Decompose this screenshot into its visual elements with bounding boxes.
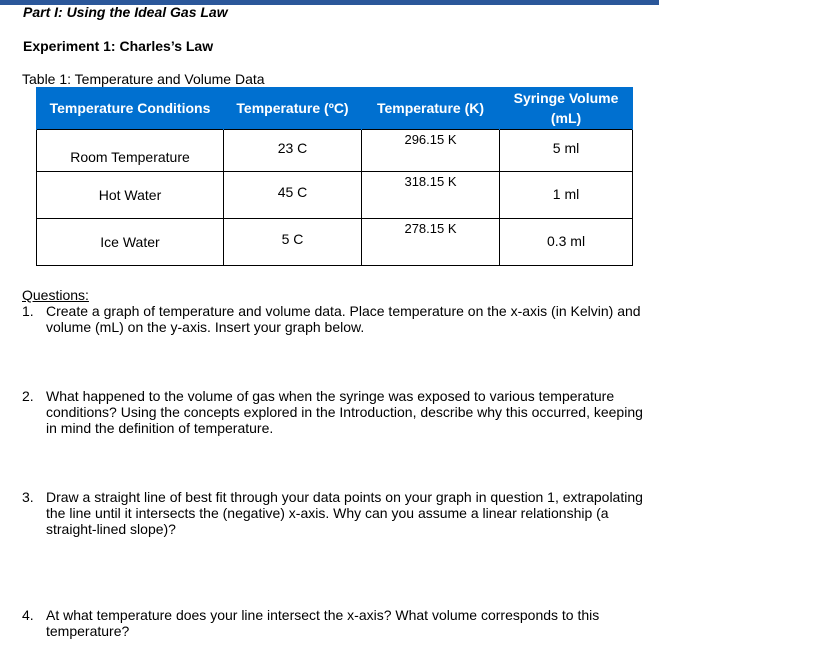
question-item: 2. What happened to the volume of gas wh… xyxy=(22,388,652,436)
question-text: At what temperature does your line inter… xyxy=(46,607,600,639)
table-row: Ice Water 5 C 278.15 K 0.3 ml xyxy=(36,218,633,266)
question-number: 2. xyxy=(22,388,34,404)
question-text: Draw a straight line of best fit through… xyxy=(46,489,643,537)
part-title: Part I: Using the Ideal Gas Law xyxy=(23,4,228,20)
table-header-row: Temperature Conditions Temperature (ºC) … xyxy=(36,87,633,130)
question-item: 3. Draw a straight line of best fit thro… xyxy=(22,489,652,537)
cell-volume: 1 ml xyxy=(499,171,633,219)
cell-condition: Hot Water xyxy=(36,171,224,219)
question-number: 3. xyxy=(22,489,34,505)
cell-kelvin: 278.15 K xyxy=(361,218,500,266)
cell-celsius: 45 C xyxy=(223,171,362,219)
question-number: 4. xyxy=(22,607,34,623)
column-header-conditions: Temperature Conditions xyxy=(36,87,224,130)
celsius-text: 5 C xyxy=(281,231,304,247)
celsius-text: 45 C xyxy=(277,184,308,200)
table-caption: Table 1: Temperature and Volume Data xyxy=(22,71,265,87)
experiment-title: Experiment 1: Charles’s Law xyxy=(23,38,214,54)
volume-text: 1 ml xyxy=(552,186,580,202)
condition-text: Ice Water xyxy=(100,234,160,250)
question-number: 1. xyxy=(22,303,34,319)
cell-condition: Room Temperature xyxy=(36,129,224,172)
questions-section: Questions: 1. Create a graph of temperat… xyxy=(22,287,652,639)
condition-text: Room Temperature xyxy=(70,148,190,165)
question-item: 4. At what temperature does your line in… xyxy=(22,607,652,639)
cell-kelvin: 296.15 K xyxy=(361,129,500,172)
question-text: Create a graph of temperature and volume… xyxy=(46,303,641,335)
question-text: What happened to the volume of gas when … xyxy=(46,388,643,436)
table-row: Hot Water 45 C 318.15 K 1 ml xyxy=(36,171,633,219)
condition-text: Hot Water xyxy=(98,187,162,203)
cell-celsius: 23 C xyxy=(223,129,362,172)
cell-volume: 5 ml xyxy=(499,129,633,172)
cell-kelvin: 318.15 K xyxy=(361,171,500,219)
cell-volume: 0.3 ml xyxy=(499,218,633,266)
table-row: Room Temperature 23 C 296.15 K 5 ml xyxy=(36,129,633,172)
kelvin-text: 318.15 K xyxy=(404,174,457,189)
celsius-text: 23 C xyxy=(277,139,308,156)
question-item: 1. Create a graph of temperature and vol… xyxy=(22,303,652,335)
column-header-celsius: Temperature (ºC) xyxy=(223,87,362,130)
data-table: Temperature Conditions Temperature (ºC) … xyxy=(36,87,633,266)
column-header-kelvin: Temperature (K) xyxy=(361,87,500,130)
cell-celsius: 5 C xyxy=(223,218,362,266)
kelvin-text: 296.15 K xyxy=(404,132,457,147)
kelvin-text: 278.15 K xyxy=(404,221,457,236)
volume-text: 0.3 ml xyxy=(546,233,586,249)
volume-text: 5 ml xyxy=(552,139,580,156)
column-header-volume: Syringe Volume (mL) xyxy=(499,87,633,130)
questions-heading: Questions: xyxy=(22,287,89,303)
cell-condition: Ice Water xyxy=(36,218,224,266)
